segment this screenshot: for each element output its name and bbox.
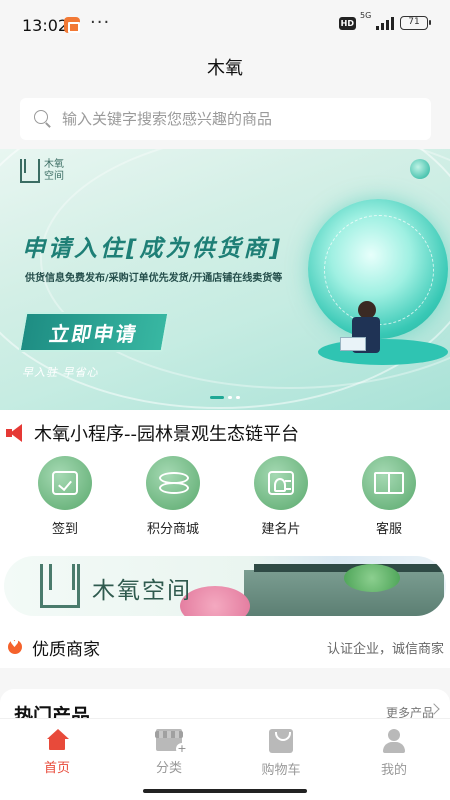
tab-label: 我的: [380, 763, 407, 778]
banner-logo: 木氧空间: [20, 159, 70, 183]
signal-icon: 5G: [360, 11, 394, 30]
battery-icon: 71: [400, 16, 431, 30]
tab-cart[interactable]: 购物车: [241, 729, 321, 778]
banner-slogan: 早入驻 早省心: [22, 366, 99, 379]
section-title: 优质商家: [32, 639, 100, 660]
profile-icon: [382, 729, 406, 753]
app-notification-icon: [64, 17, 80, 33]
checkin-icon: [52, 471, 78, 495]
banner-logo-text: 木氧空间: [44, 159, 64, 182]
apply-now-button[interactable]: 立即申请: [18, 312, 170, 352]
carousel-dot: [228, 396, 232, 399]
tab-profile[interactable]: 我的: [354, 729, 434, 778]
page-title: 木氧: [207, 58, 243, 79]
globe-badge-icon: [410, 159, 430, 179]
quick-action-label: 建名片: [261, 522, 301, 537]
book-icon: [374, 472, 404, 494]
signal-bar: [376, 26, 379, 30]
signal-bar: [381, 23, 384, 30]
carousel-indicator: [210, 396, 240, 399]
tree-illustration: [344, 564, 400, 592]
quick-action-label: 签到: [51, 522, 78, 537]
checkin-icon-wrap: [38, 456, 92, 510]
hd-badge: HD: [338, 16, 356, 30]
laptop-illustration: [340, 337, 366, 351]
platform-illustration: [318, 339, 448, 365]
speaker-icon: [6, 424, 28, 442]
quick-action-label: 客服: [375, 522, 402, 537]
announcement-bar[interactable]: 木氧小程序--园林景观生态链平台: [0, 410, 450, 456]
quick-action-points-mall[interactable]: 积分商城: [120, 456, 226, 548]
tab-label: 购物车: [261, 763, 301, 778]
tab-label: 首页: [43, 761, 70, 776]
home-icon: [45, 729, 69, 751]
brand-logo-icon: [20, 159, 40, 183]
quick-actions: 签到 积分商城 建名片 客服: [0, 456, 450, 548]
more-notifications-icon: ···: [90, 12, 111, 33]
business-card-icon-wrap: [254, 456, 308, 510]
bottom-tab-bar: 首页 分类 购物车 我的: [0, 718, 450, 800]
promo-brand-text: 木氧空间: [92, 578, 192, 604]
carousel-dot: [236, 396, 240, 399]
search-bar[interactable]: [20, 98, 431, 140]
banner-subline: 供货信息免费发布/采购订单优先发货/开通店铺在线卖货等: [25, 273, 283, 284]
signal-bar: [391, 17, 394, 30]
brand-promo-banner[interactable]: 木氧空间: [4, 556, 446, 616]
home-indicator[interactable]: [143, 789, 307, 793]
banner-headline: 申请入住[成为供货商]: [22, 236, 284, 262]
quick-action-checkin[interactable]: 签到: [12, 456, 118, 548]
tab-category[interactable]: 分类: [129, 729, 209, 776]
quality-merchants-header[interactable]: 优质商家 认证企业，诚信商家: [0, 626, 450, 668]
category-icon: [155, 729, 188, 755]
quick-action-label: 积分商城: [146, 522, 199, 537]
book-icon-wrap: [362, 456, 416, 510]
search-input[interactable]: [62, 110, 422, 128]
tab-home[interactable]: 首页: [17, 729, 97, 776]
section-subtitle: 认证企业，诚信商家: [326, 641, 444, 657]
coins-icon-wrap: [146, 456, 200, 510]
status-time: 13:02: [22, 16, 69, 35]
carousel-dot-active: [210, 396, 224, 399]
network-type: 5G: [360, 11, 372, 20]
search-icon: [34, 110, 52, 128]
quick-action-customer-service[interactable]: 客服: [336, 456, 442, 548]
status-bar: 13:02 ··· HD 5G 71: [0, 0, 450, 48]
signal-bar: [386, 20, 389, 30]
heart-icon: [8, 639, 22, 654]
announcement-text: 木氧小程序--园林景观生态链平台: [34, 424, 299, 445]
brand-logo-icon: [40, 564, 80, 608]
promo-banner-carousel[interactable]: 木氧空间 申请入住[成为供货商] 供货信息免费发布/采购订单优先发货/开通店铺在…: [0, 149, 450, 410]
business-card-icon: [268, 471, 294, 495]
quick-action-business-card[interactable]: 建名片: [228, 456, 334, 548]
cart-icon: [269, 729, 293, 753]
coins-icon: [159, 472, 189, 494]
status-indicators: HD 5G 71: [338, 11, 431, 30]
tab-label: 分类: [155, 761, 182, 776]
